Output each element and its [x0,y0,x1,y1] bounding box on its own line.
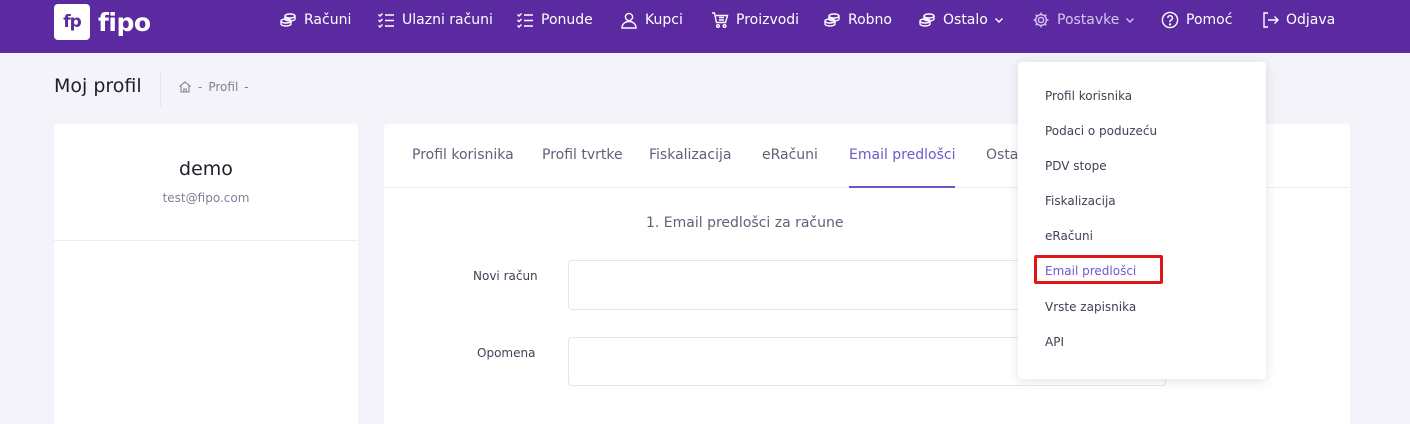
nav-postavke[interactable]: Postavke [1032,0,1135,40]
field-label-novi-racun: Novi račun [473,269,538,283]
logout-icon [1261,11,1279,29]
menu-item-eracuni[interactable]: eRačuni [1045,229,1093,243]
tab-profil-tvrtke[interactable]: Profil tvrtke [542,147,623,163]
nav-proizvodi[interactable]: Proizvodi [711,0,799,40]
nav-label: Ostalo [943,12,988,28]
nav-label: Ponude [541,12,593,28]
menu-item-profil-korisnika[interactable]: Profil korisnika [1045,89,1132,103]
postavke-dropdown-menu: Profil korisnika Podaci o poduzeću PDV s… [1018,62,1266,379]
menu-item-fiskalizacija[interactable]: Fiskalizacija [1045,194,1116,208]
coins-icon [279,11,297,29]
nav-label: Odjava [1286,12,1336,28]
home-icon[interactable] [178,80,192,94]
page-title: Moj profil [54,75,142,97]
nav-ponude[interactable]: Ponude [516,0,593,40]
profile-card: demo test@fipo.com [54,124,358,424]
nav-label: Pomoć [1186,12,1233,28]
nav-pomoc[interactable]: Pomoć [1161,0,1232,40]
breadcrumb-separator: - [244,80,249,94]
breadcrumb: - Profil - [178,80,255,94]
nav-ulazni-racuni[interactable]: Ulazni računi [377,0,493,40]
profile-email: test@fipo.com [162,191,250,205]
nav-kupci[interactable]: Kupci [620,0,683,40]
menu-item-podaci-o-poduzecu[interactable]: Podaci o poduzeću [1045,124,1157,138]
title-divider [160,72,161,106]
nav-label: Robno [848,12,892,28]
chevron-down-icon [994,15,1004,25]
field-label-opomena: Opomena [477,346,536,360]
section-title: 1. Email predlošci za račune [646,215,844,231]
nav-racuni[interactable]: Računi [279,0,351,40]
tab-eracuni[interactable]: eRačuni [762,147,818,163]
nav-label: Ulazni računi [402,12,493,28]
nav-robno[interactable]: Robno [823,0,892,40]
nav-label: Računi [304,12,352,28]
cart-icon [711,11,729,29]
user-icon [620,11,638,29]
nav-ostalo[interactable]: Ostalo [918,0,1004,40]
menu-item-pdv-stope[interactable]: PDV stope [1045,159,1107,173]
logo[interactable]: fp fipo [54,3,151,41]
tab-fiskalizacija[interactable]: Fiskalizacija [649,147,731,163]
nav-odjava[interactable]: Odjava [1261,0,1335,40]
coins-icon [918,11,936,29]
active-tab-indicator [849,186,955,188]
tab-ostalo[interactable]: Osta [986,147,1018,163]
nav-label: Postavke [1057,12,1120,28]
breadcrumb-separator: - [198,80,203,94]
list-check-icon [516,11,534,29]
tab-email-predlosci[interactable]: Email predlošci [849,147,955,163]
menu-item-vrste-zapisnika[interactable]: Vrste zapisnika [1045,300,1136,314]
nav-label: Proizvodi [736,12,800,28]
coins-icon [823,11,841,29]
menu-item-api[interactable]: API [1045,335,1064,349]
tab-profil-korisnika[interactable]: Profil korisnika [412,147,514,163]
chevron-down-icon [1125,15,1135,25]
divider [54,240,358,241]
profile-name: demo [179,158,233,180]
gear-icon [1032,11,1050,29]
list-check-icon [377,11,395,29]
logo-text: fipo [98,7,151,37]
logo-mark: fp [54,4,90,40]
nav-label: Kupci [645,12,683,28]
breadcrumb-profil[interactable]: Profil [208,80,238,94]
highlight-box [1034,255,1163,284]
top-navbar: fp fipo Računi Ulazni računi Ponude Kupc… [0,0,1410,53]
help-circle-icon [1161,11,1179,29]
